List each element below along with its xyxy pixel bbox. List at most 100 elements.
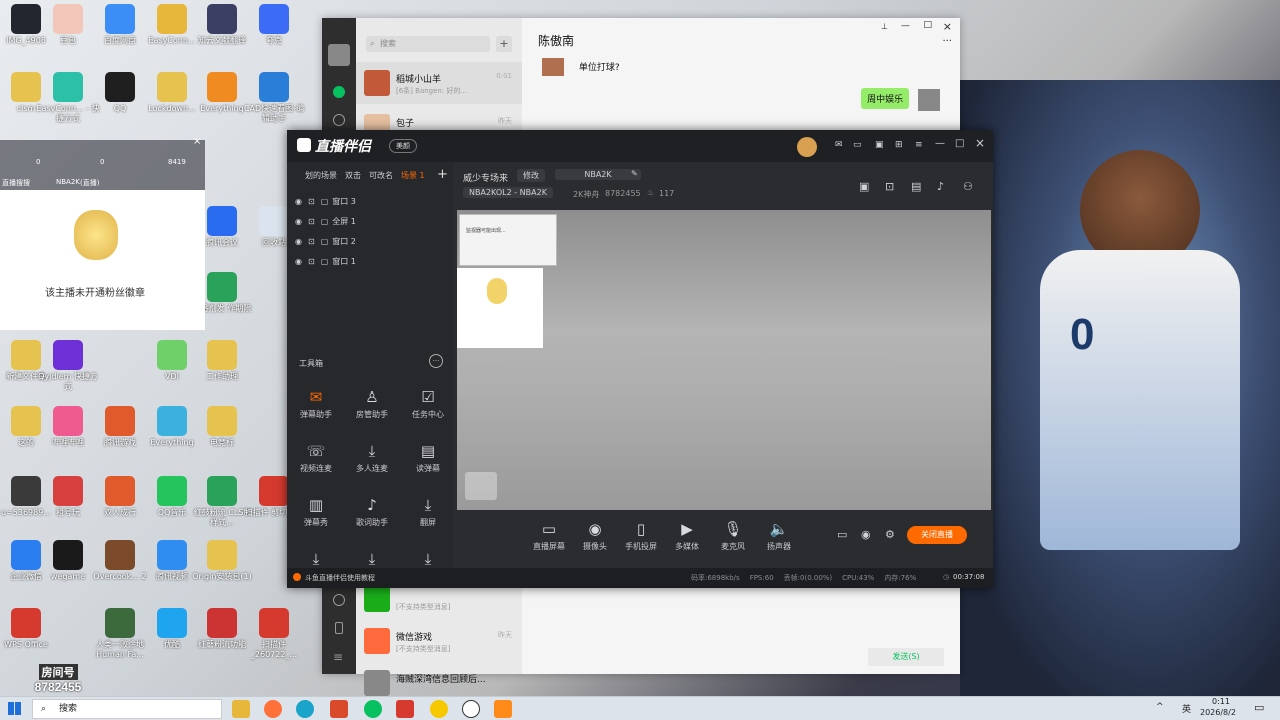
- desktop-icon[interactable]: 工作助理: [190, 340, 254, 382]
- eye-icon[interactable]: ◉: [861, 528, 871, 541]
- file-explorer-icon[interactable]: [232, 700, 250, 718]
- wechat-icon[interactable]: [364, 700, 382, 718]
- desktop-icon[interactable]: 电竞标: [190, 406, 254, 448]
- edit-title-button[interactable]: 修改: [517, 169, 545, 182]
- desktop-icon[interactable]: 企业微信: [0, 540, 58, 582]
- stream-preview[interactable]: 监视器可能出现...: [457, 210, 991, 510]
- qq-music-icon[interactable]: [430, 700, 448, 718]
- firefox-icon[interactable]: [264, 700, 282, 718]
- desktop-icon[interactable]: Origin安装包(1): [190, 540, 254, 582]
- lock-icon[interactable]: ⊡: [885, 180, 894, 193]
- gift-icon[interactable]: ⊞: [895, 140, 903, 150]
- close-button[interactable]: ×: [975, 136, 985, 150]
- settings-icon[interactable]: ≡: [915, 140, 923, 150]
- beauty-badge[interactable]: 美颜: [389, 139, 417, 153]
- desktop-icon[interactable]: CAD快速看图-编辑助手: [242, 72, 306, 124]
- start-button[interactable]: [8, 702, 21, 715]
- stop-live-button[interactable]: 关闭直播: [907, 526, 967, 544]
- contacts-icon[interactable]: [333, 114, 345, 126]
- wps-icon[interactable]: [396, 700, 414, 718]
- scene-tab[interactable]: 双击: [345, 171, 361, 180]
- tool-button[interactable]: ▥ 弹幕秀: [291, 496, 341, 528]
- visibility-icon[interactable]: ◉: [295, 217, 302, 226]
- desktop-icon[interactable]: 夸克: [242, 4, 306, 46]
- share-icon[interactable]: ⚇: [963, 180, 973, 193]
- tool-button[interactable]: ♙ 房管助手: [347, 388, 397, 420]
- taskbar-search[interactable]: ⌕ 搜索: [32, 699, 222, 719]
- stream-control-button[interactable]: ▯ 手机投屏: [619, 520, 663, 552]
- game-icon[interactable]: [330, 700, 348, 718]
- tool-button[interactable]: ⤓ 翻屏: [403, 496, 453, 528]
- edit-game-icon[interactable]: ✎: [631, 169, 638, 178]
- stream-control-button[interactable]: ▭ 直播屏幕: [527, 520, 571, 552]
- tool-button[interactable]: ☏ 视频连麦: [291, 442, 341, 474]
- visibility-icon[interactable]: ◉: [295, 197, 302, 206]
- close-button[interactable]: ×: [943, 20, 952, 33]
- lock-icon[interactable]: ⊡: [308, 257, 315, 266]
- pin-icon[interactable]: ⊥: [881, 22, 888, 31]
- shop-icon[interactable]: ▣: [859, 180, 869, 193]
- clock-date[interactable]: 2026/8/2: [1200, 708, 1236, 717]
- tool-button[interactable]: ☑ 任务中心: [403, 388, 453, 420]
- send-button[interactable]: 发送(S): [868, 648, 944, 666]
- visibility-icon[interactable]: ◉: [295, 237, 302, 246]
- tutorial-link[interactable]: 斗鱼直播伴侣使用教程: [305, 573, 375, 583]
- maximize-button[interactable]: □: [955, 138, 964, 149]
- camera-icon[interactable]: ▭: [837, 528, 847, 541]
- desktop-icon[interactable]: 这的: [0, 406, 58, 448]
- tray-chevron-icon[interactable]: ^: [1156, 702, 1164, 712]
- bell-icon[interactable]: ♪: [937, 180, 944, 193]
- language-indicator[interactable]: 英: [1182, 702, 1191, 715]
- lock-icon[interactable]: ⊡: [308, 217, 315, 226]
- tool-button[interactable]: ▤ 读弹幕: [403, 442, 453, 474]
- menu-icon[interactable]: ≡: [333, 650, 343, 664]
- more-options-button[interactable]: ···: [942, 36, 952, 47]
- tool-button[interactable]: ⤓ 多人连麦: [347, 442, 397, 474]
- wechat-search-input[interactable]: ⌕ 搜索: [366, 36, 490, 52]
- add-contact-button[interactable]: +: [496, 36, 512, 52]
- desktop-icon[interactable]: WPS Office: [0, 608, 58, 650]
- screen-icon[interactable]: ▣: [875, 140, 884, 150]
- tools-more-icon[interactable]: ···: [429, 354, 443, 368]
- gear-icon[interactable]: ⚙: [885, 528, 895, 541]
- layout-icon[interactable]: ▤: [911, 180, 921, 193]
- desktop-icon[interactable]: Qyjdiem 快捷方式: [36, 340, 100, 392]
- stream-companion-icon[interactable]: [494, 700, 512, 718]
- wechat-avatar[interactable]: [328, 44, 350, 66]
- scene-tab[interactable]: 可改名: [369, 171, 393, 180]
- desktop-icon[interactable]: 扫描件_260722_...: [242, 608, 306, 660]
- clock-time[interactable]: 0:11: [1212, 697, 1230, 706]
- minimize-button[interactable]: —: [935, 138, 945, 149]
- visibility-icon[interactable]: ◉: [295, 257, 302, 266]
- source-item[interactable]: ◉ ⊡ ▢ 全屏 1: [295, 216, 445, 232]
- chat-list-item[interactable]: 稻城小山羊 [6条] Bangen: 好的... 0:01: [356, 62, 522, 104]
- source-item[interactable]: ◉ ⊡ ▢ 窗口 3: [295, 196, 445, 212]
- notification-icon[interactable]: ▭: [1254, 701, 1264, 714]
- lock-icon[interactable]: ⊡: [308, 197, 315, 206]
- stream-control-button[interactable]: ▶ 多媒体: [665, 520, 709, 552]
- source-item[interactable]: ◉ ⊡ ▢ 窗口 2: [295, 236, 445, 252]
- stream-control-button[interactable]: ◉ 摄像头: [573, 520, 617, 552]
- scene-tab[interactable]: 场景 1: [401, 171, 425, 180]
- maximize-button[interactable]: □: [923, 20, 932, 30]
- minimize-button[interactable]: —: [901, 21, 910, 31]
- chatgpt-icon[interactable]: [462, 700, 480, 718]
- scene-tab[interactable]: 划的场景: [305, 171, 337, 180]
- user-avatar[interactable]: [797, 137, 817, 157]
- add-scene-button[interactable]: +: [437, 167, 448, 182]
- message-icon[interactable]: ▭: [853, 140, 862, 150]
- chat-list-item[interactable]: 微信游戏 [不支持类型消息] 昨天: [356, 620, 522, 662]
- chat-icon[interactable]: [333, 86, 345, 98]
- stream-control-button[interactable]: 🎙 麦克风: [711, 520, 755, 552]
- category-tag[interactable]: NBA2KOL2 - NBA2K: [463, 187, 553, 198]
- overlay-close-icon[interactable]: ×: [193, 136, 201, 147]
- tool-button[interactable]: ♪ 歌词助手: [347, 496, 397, 528]
- edge-icon[interactable]: [296, 700, 314, 718]
- link-icon[interactable]: [333, 594, 345, 606]
- desktop-icon[interactable]: 双人成行: [88, 476, 152, 518]
- mail-icon[interactable]: ✉: [835, 140, 843, 150]
- stream-control-button[interactable]: 🔈 扬声器: [757, 520, 801, 552]
- tool-button[interactable]: ✉ 弹幕助手: [291, 388, 341, 420]
- source-item[interactable]: ◉ ⊡ ▢ 窗口 1: [295, 256, 445, 272]
- phone-icon[interactable]: [335, 622, 343, 634]
